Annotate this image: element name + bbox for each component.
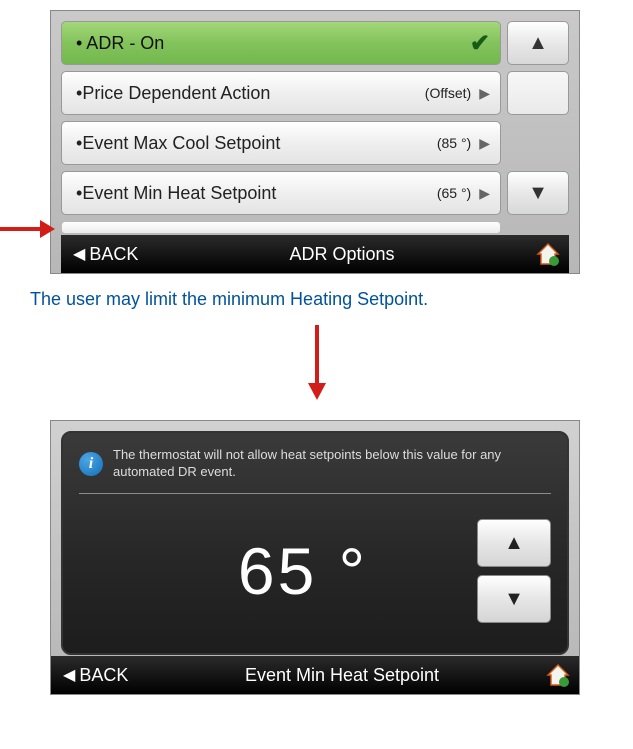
- back-arrow-icon: ◀: [63, 665, 75, 685]
- menu-item-adr-on[interactable]: • ADR - On ✔: [61, 21, 501, 65]
- home-button[interactable]: [521, 242, 561, 266]
- back-arrow-icon: ◀: [73, 244, 85, 264]
- page-title: Event Min Heat Setpoint: [153, 665, 531, 686]
- callout-arrow-down: [0, 325, 633, 400]
- back-label: BACK: [89, 244, 138, 265]
- menu-item-price-dependent[interactable]: • Price Dependent Action (Offset) ▶: [61, 71, 501, 115]
- caption-text: The user may limit the minimum Heating S…: [30, 289, 603, 310]
- menu-item-label: Price Dependent Action: [82, 83, 424, 104]
- home-icon: [535, 242, 561, 266]
- page-title: ADR Options: [163, 244, 521, 265]
- heat-setpoint-value: 65 °: [79, 533, 477, 609]
- menu-item-label: Event Max Cool Setpoint: [82, 133, 437, 154]
- menu-item-max-cool[interactable]: • Event Max Cool Setpoint (85 °) ▶: [61, 121, 501, 165]
- back-button[interactable]: ◀ BACK: [73, 244, 163, 265]
- back-button[interactable]: ◀ BACK: [63, 665, 153, 686]
- chevron-right-icon: ▶: [479, 185, 490, 202]
- menu-item-value: (85 °): [437, 135, 471, 151]
- adjust-buttons: ▲ ▼: [477, 519, 551, 623]
- nav-bar: ◀ BACK ADR Options: [61, 235, 569, 273]
- menu-list: • ADR - On ✔ ▲ • Price Dependent Action …: [61, 21, 569, 215]
- menu-item-label: • ADR - On: [76, 33, 470, 54]
- callout-arrow-right: [0, 220, 55, 243]
- increase-button[interactable]: ▲: [477, 519, 551, 567]
- decrease-button[interactable]: ▼: [477, 575, 551, 623]
- info-row: i The thermostat will not allow heat set…: [79, 447, 551, 494]
- home-button[interactable]: [531, 663, 571, 687]
- menu-item-label: Event Min Heat Setpoint: [82, 183, 437, 204]
- info-icon: i: [79, 452, 103, 476]
- nav-bar: ◀ BACK Event Min Heat Setpoint: [51, 656, 579, 694]
- chevron-right-icon: ▶: [479, 85, 490, 102]
- scroll-down-button[interactable]: ▼: [507, 171, 569, 215]
- adr-options-screen: • ADR - On ✔ ▲ • Price Dependent Action …: [50, 10, 580, 274]
- value-row: 65 ° ▲ ▼: [79, 494, 551, 639]
- home-icon: [545, 663, 571, 687]
- scroll-up-button[interactable]: ▲: [507, 21, 569, 65]
- menu-item-min-heat[interactable]: • Event Min Heat Setpoint (65 °) ▶: [61, 171, 501, 215]
- min-heat-setpoint-screen: i The thermostat will not allow heat set…: [50, 420, 580, 695]
- back-label: BACK: [79, 665, 128, 686]
- list-peek-item: [61, 221, 501, 234]
- menu-item-value: (65 °): [437, 185, 471, 201]
- content-panel: i The thermostat will not allow heat set…: [61, 431, 569, 655]
- check-icon: ✔: [470, 29, 490, 58]
- chevron-right-icon: ▶: [479, 135, 490, 152]
- menu-item-value: (Offset): [425, 85, 471, 101]
- scroll-spacer: [507, 71, 569, 115]
- info-text: The thermostat will not allow heat setpo…: [113, 447, 551, 481]
